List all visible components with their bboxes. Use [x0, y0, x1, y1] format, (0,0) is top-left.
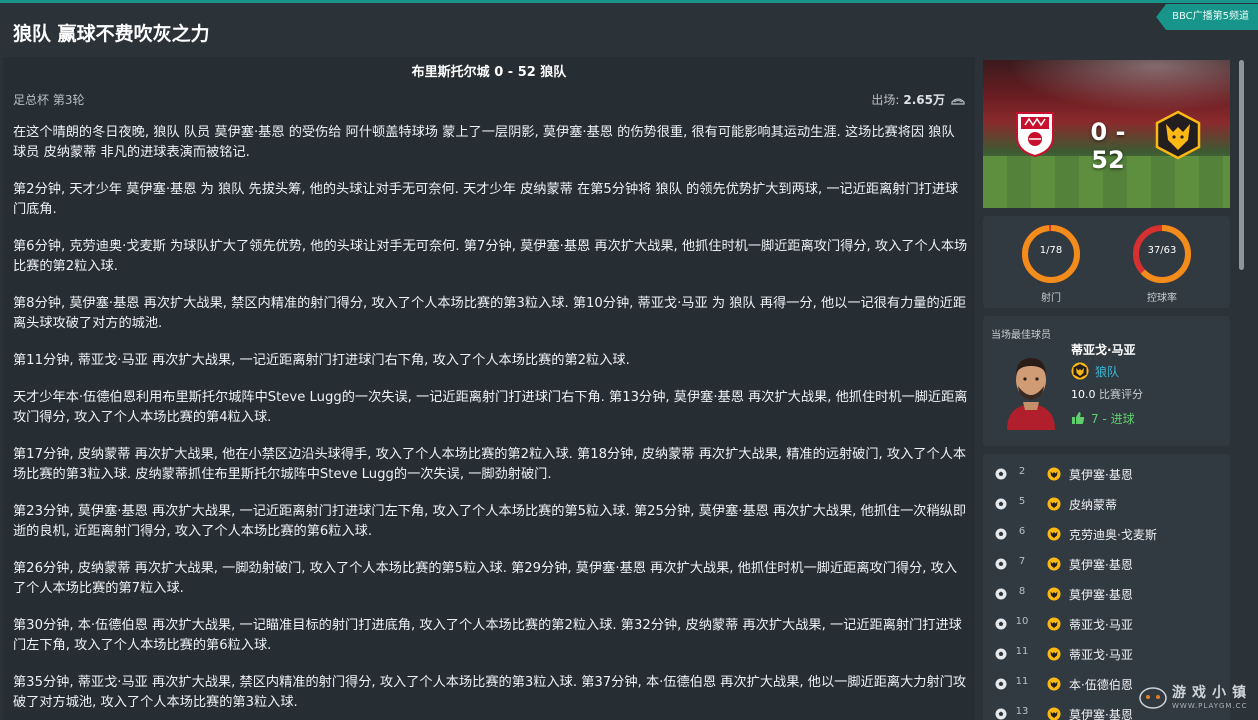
report-paragraph: 第30分钟, 本·伍德伯恩 再次扩大战果, 一记瞄准目标的射门打进底角, 攻入了… — [13, 618, 962, 653]
report-paragraph: 第17分钟, 皮纳蒙蒂 再次扩大战果, 他在小禁区边沿头球得手, 攻入了个人本场… — [13, 447, 967, 482]
motm-label: 当场最佳球员 — [991, 330, 1051, 341]
wolves-mini-badge-icon — [1047, 467, 1061, 481]
report-paragraph: 第6分钟, 克劳迪奥·戈麦斯 为球队扩大了领先优势, 他的头球让对手无可奈何. … — [13, 239, 968, 274]
wolves-mini-badge-icon — [1047, 527, 1061, 541]
goal-minute: 10 — [1015, 616, 1029, 627]
wolves-mini-badge-icon — [1047, 617, 1061, 631]
attendance: 出场: 2.65万 — [871, 91, 965, 108]
report-paragraph: 天才少年本·伍德伯恩利用布里斯托尔城阵中Steve Lugg的一次失误, 一记近… — [13, 390, 968, 425]
football-icon — [995, 708, 1007, 720]
goal-event-row[interactable]: 2 莫伊塞·基恩 — [983, 459, 1230, 489]
goal-scorer[interactable]: 莫伊塞·基恩 — [1069, 556, 1133, 573]
site-watermark: 游戏小镇 WWW.PLAYGM.CC — [1134, 678, 1252, 716]
football-icon — [995, 468, 1007, 480]
goal-event-row[interactable]: 11 蒂亚戈·马亚 — [983, 639, 1230, 669]
possession-label: 控球率 — [1147, 293, 1177, 304]
sidebar-scrollbar[interactable] — [1239, 60, 1244, 270]
attendance-label: 出场: — [871, 93, 900, 107]
wolves-mini-badge-icon — [1047, 557, 1061, 571]
goal-minute: 11 — [1015, 676, 1029, 687]
football-icon — [995, 558, 1007, 570]
goal-minute: 6 — [1018, 526, 1026, 537]
watermark-text: 游戏小镇 — [1172, 685, 1252, 701]
goal-event-row[interactable]: 8 莫伊塞·基恩 — [983, 579, 1230, 609]
watermark-logo — [1139, 687, 1167, 709]
goal-event-row[interactable]: 10 蒂亚戈·马亚 — [983, 609, 1230, 639]
wolves-club-icon — [1071, 362, 1089, 380]
competition-round[interactable]: 足总杯 第3轮 — [13, 91, 84, 108]
wolves-badge-icon[interactable] — [1153, 110, 1203, 160]
goal-minute: 11 — [1015, 646, 1029, 657]
motm-rating: 10.0 比赛评分 — [1071, 386, 1143, 402]
page-title: 狼队 赢球不费吹灰之力 — [13, 23, 210, 45]
goal-scorer[interactable]: 莫伊塞·基恩 — [1069, 586, 1133, 603]
shots-value: 1/78 — [1039, 245, 1063, 256]
goal-scorer[interactable]: 莫伊塞·基恩 — [1069, 706, 1133, 720]
match-title[interactable]: 布里斯托尔城 0 - 52 狼队 — [3, 61, 975, 80]
goal-scorer[interactable]: 蒂亚戈·马亚 — [1069, 616, 1133, 633]
final-score: 0 - 52 — [1090, 118, 1126, 174]
goal-event-row[interactable]: 6 克劳迪奥·戈麦斯 — [983, 519, 1230, 549]
report-paragraph: 第23分钟, 莫伊塞·基恩 再次扩大战果, 一记近距离射门打进球门左下角, 攻入… — [13, 504, 967, 539]
goal-scorer[interactable]: 本·伍德伯恩 — [1069, 676, 1133, 693]
report-paragraph: 在这个晴朗的冬日夜晚, 狼队 队员 莫伊塞·基恩 的受伤给 阿什顿盖特球场 蒙上… — [13, 125, 955, 160]
motm-player-name[interactable]: 蒂亚戈·马亚 — [1071, 341, 1136, 358]
player-portrait[interactable] — [1003, 346, 1059, 430]
goal-minute: 8 — [1018, 586, 1026, 597]
report-paragraph: 第35分钟, 蒂亚戈·马亚 再次扩大战果, 禁区内精准的射门得分, 攻入了个人本… — [13, 675, 967, 710]
goal-minute: 7 — [1018, 556, 1026, 567]
goal-minute: 2 — [1018, 466, 1026, 477]
goal-minute: 13 — [1015, 706, 1029, 717]
rating-label: 比赛评分 — [1099, 388, 1143, 401]
wolves-mini-badge-icon — [1047, 677, 1061, 691]
football-icon — [995, 588, 1007, 600]
football-icon — [995, 678, 1007, 690]
attendance-value: 2.65万 — [903, 93, 945, 107]
football-icon — [995, 648, 1007, 660]
wolves-mini-badge-icon — [1047, 707, 1061, 720]
match-stats: 1/78 射门 37/63 控球率 — [983, 216, 1230, 308]
possession-value: 37/63 — [1147, 245, 1177, 256]
goal-scorer[interactable]: 克劳迪奥·戈麦斯 — [1069, 526, 1157, 543]
news-article: 布里斯托尔城 0 - 52 狼队 足总杯 第3轮 出场: 2.65万 在这个晴朗… — [3, 57, 975, 720]
shots-label: 射门 — [1041, 293, 1061, 304]
watermark-url: WWW.PLAYGM.CC — [1172, 702, 1248, 710]
match-scorecard[interactable]: 0 - 52 — [983, 60, 1230, 208]
thumbs-up-icon — [1072, 412, 1085, 424]
match-report: 在这个晴朗的冬日夜晚, 狼队 队员 莫伊塞·基恩 的受伤给 阿什顿盖特球场 蒙上… — [13, 123, 968, 720]
goal-minute: 5 — [1018, 496, 1026, 507]
bristol-city-badge-icon[interactable] — [1015, 109, 1055, 157]
football-icon — [995, 498, 1007, 510]
wolves-mini-badge-icon — [1047, 587, 1061, 601]
source-tag: BBC广播第5频道 — [1156, 4, 1258, 30]
motm-goals: 7 - 进球 — [1091, 412, 1135, 426]
football-icon — [995, 528, 1007, 540]
report-paragraph: 第8分钟, 莫伊塞·基恩 再次扩大战果, 禁区内精准的射门得分, 攻入了个人本场… — [13, 296, 967, 331]
goal-scorer[interactable]: 蒂亚戈·马亚 — [1069, 646, 1133, 663]
goal-scorer[interactable]: 莫伊塞·基恩 — [1069, 466, 1133, 483]
report-paragraph: 第26分钟, 皮纳蒙蒂 再次扩大战果, 一脚劲射破门, 攻入了个人本场比赛的第5… — [13, 561, 958, 596]
report-paragraph: 第11分钟, 蒂亚戈·马亚 再次扩大战果, 一记近距离射门打进球门右下角, 攻入… — [13, 353, 630, 368]
goal-scorer[interactable]: 皮纳蒙蒂 — [1069, 496, 1117, 513]
football-icon — [995, 618, 1007, 630]
rating-value: 10.0 — [1071, 388, 1096, 401]
goal-event-row[interactable]: 5 皮纳蒙蒂 — [983, 489, 1230, 519]
goal-event-row[interactable]: 7 莫伊塞·基恩 — [983, 549, 1230, 579]
wolves-mini-badge-icon — [1047, 497, 1061, 511]
wolves-mini-badge-icon — [1047, 647, 1061, 661]
page-header: 狼队 赢球不费吹灰之力 BBC广播第5频道 — [0, 3, 1258, 57]
report-paragraph: 第2分钟, 天才少年 莫伊塞·基恩 为 狼队 先拔头筹, 他的头球让对手无可奈何… — [13, 182, 959, 217]
player-of-the-match[interactable]: 当场最佳球员 蒂亚戈·马亚 狼队 10.0 比赛评分 7 - 进球 — [983, 316, 1230, 446]
motm-club-link[interactable]: 狼队 — [1095, 363, 1119, 380]
stadium-icon — [951, 97, 965, 105]
